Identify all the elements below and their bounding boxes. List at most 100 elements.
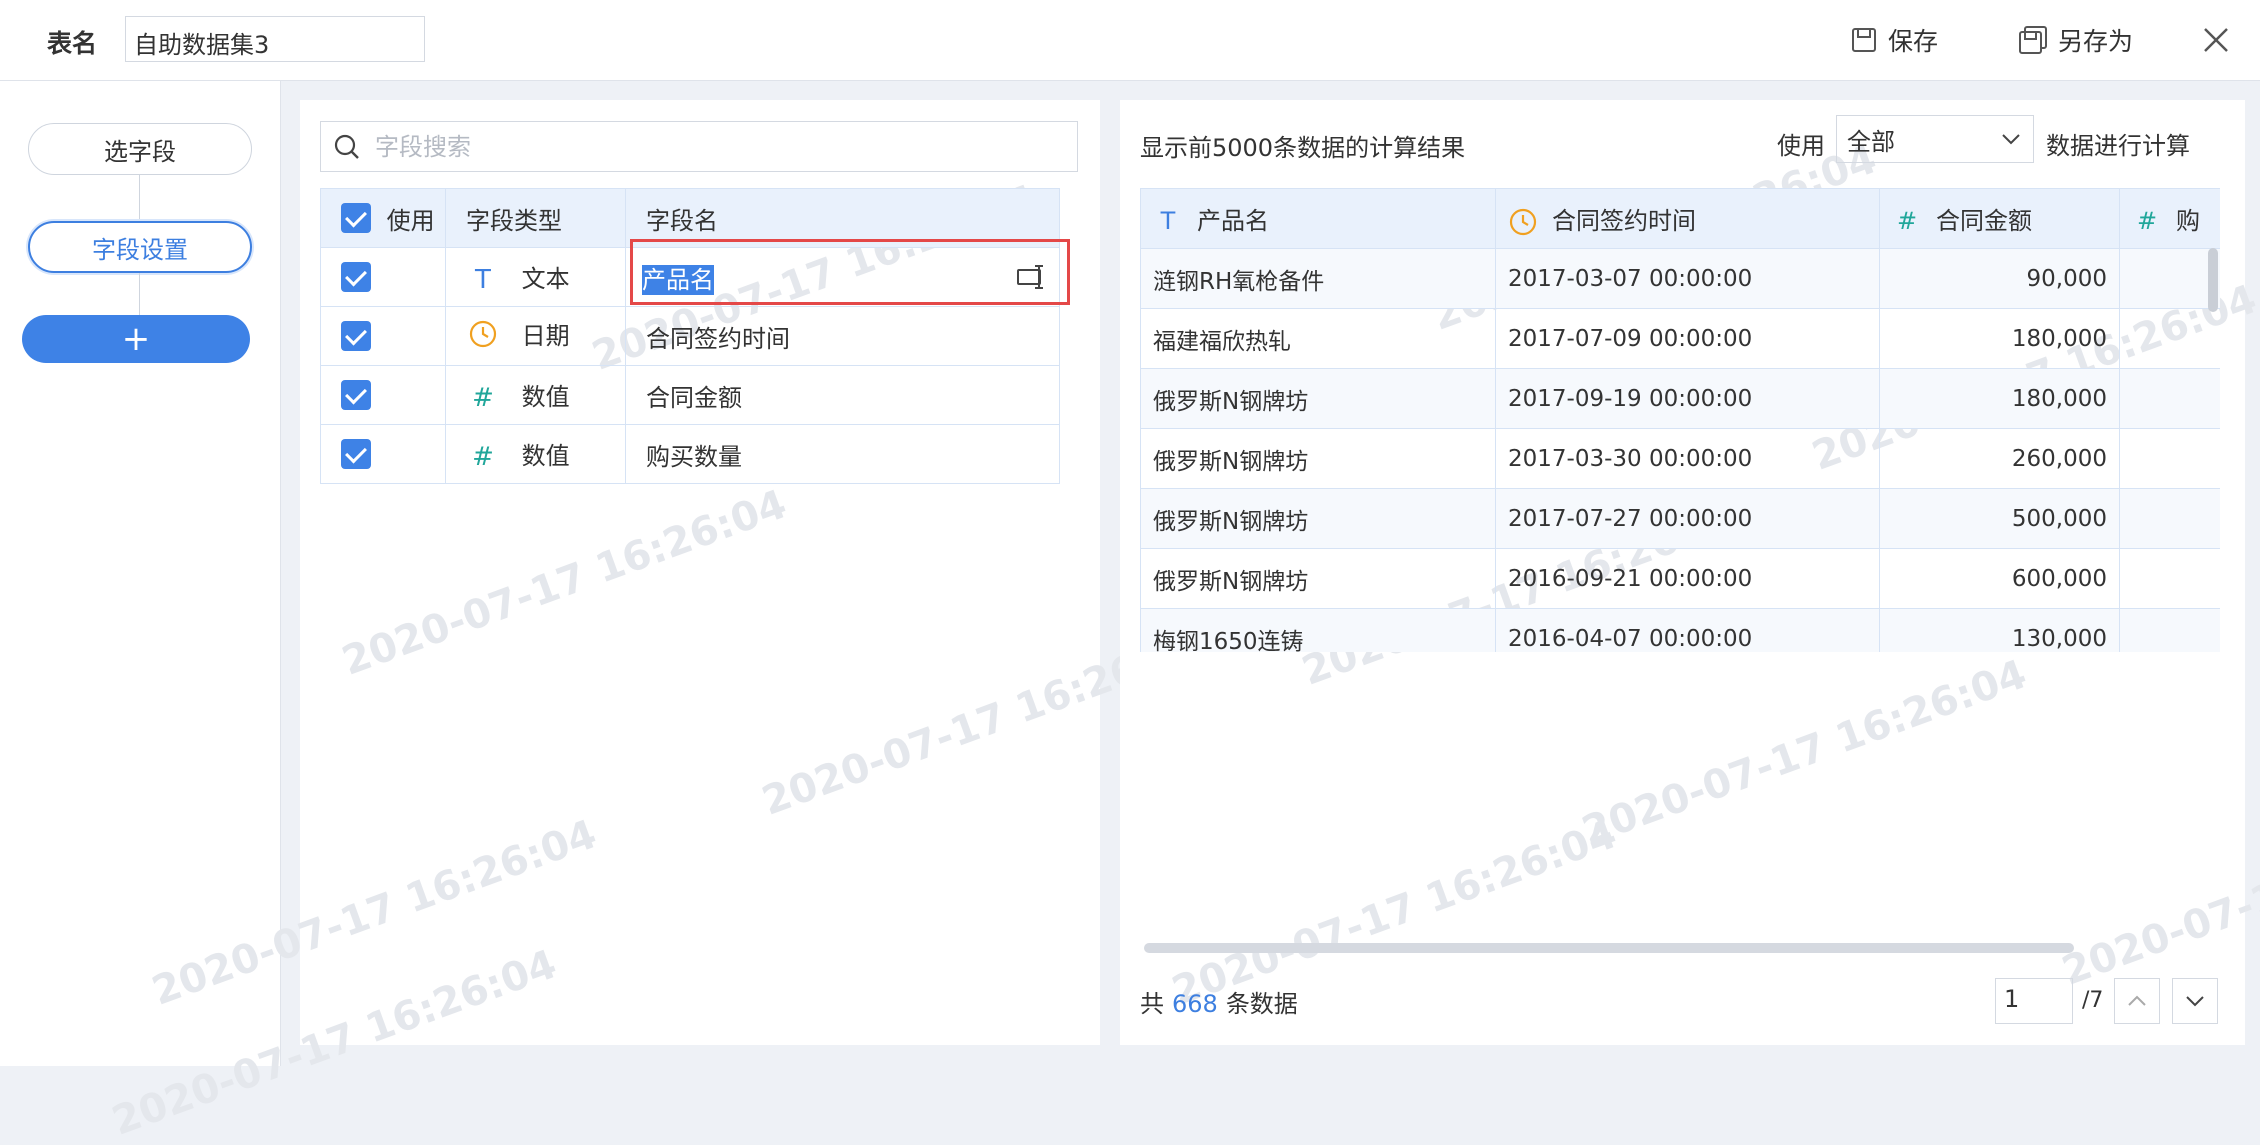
page-input[interactable]: 1 bbox=[1995, 978, 2073, 1024]
product-cell: 俄罗斯N钢牌坊 bbox=[1140, 428, 1496, 489]
table-row: 涟钢RH氧枪备件 2017-03-07 00:00:00 90,000 bbox=[1140, 248, 2220, 309]
select-all-checkbox[interactable] bbox=[341, 203, 371, 233]
number-type-icon: # bbox=[472, 442, 494, 472]
use-checkbox[interactable] bbox=[341, 262, 371, 292]
type-cell[interactable]: # 数值 bbox=[445, 424, 626, 484]
qty-cell bbox=[2119, 548, 2220, 609]
field-name-selected-text: 产品名 bbox=[642, 264, 714, 295]
table-row: T 文本 产品名 bbox=[320, 247, 1060, 307]
amount-cell: 90,000 bbox=[1879, 248, 2120, 309]
date-cell: 2017-07-27 00:00:00 bbox=[1495, 488, 1880, 549]
type-label: 数值 bbox=[521, 383, 570, 411]
vertical-scrollbar[interactable] bbox=[2208, 248, 2218, 312]
header-use: 使用 bbox=[320, 188, 446, 248]
use-cell bbox=[320, 365, 446, 425]
use-cell bbox=[320, 247, 446, 307]
date-cell: 2017-07-09 00:00:00 bbox=[1495, 308, 1880, 369]
result-table: T 产品名 合同签约时间 # 合同金额 # 购 涟钢RH氧枪备件 2017-03-07 … bbox=[1140, 188, 2220, 652]
table-row: # 数值 购买数量 bbox=[320, 424, 1060, 484]
total-suffix: 条数据 bbox=[1225, 990, 1298, 1018]
col-label: 购 bbox=[2176, 207, 2200, 235]
amount-cell: 180,000 bbox=[1879, 368, 2120, 429]
col-contract-amount[interactable]: # 合同金额 bbox=[1879, 188, 2120, 249]
table-row: 俄罗斯N钢牌坊 2017-07-27 00:00:00 500,000 bbox=[1140, 488, 2220, 549]
scope-select[interactable]: 全部 bbox=[1836, 115, 2034, 163]
header-field-type: 字段类型 bbox=[445, 188, 626, 248]
amount-cell: 600,000 bbox=[1879, 548, 2120, 609]
use-cell bbox=[320, 424, 446, 484]
type-label: 日期 bbox=[521, 322, 570, 351]
field-name-editor[interactable]: 产品名 bbox=[625, 247, 1060, 307]
number-type-icon: # bbox=[1896, 207, 1918, 235]
field-name-cell[interactable]: 合同金额 bbox=[625, 365, 1060, 425]
col-label: 合同签约时间 bbox=[1552, 206, 1696, 235]
horizontal-scrollbar[interactable] bbox=[1144, 943, 2074, 953]
prev-page-button[interactable] bbox=[2114, 978, 2160, 1024]
table-name-label: 表名 bbox=[47, 29, 98, 58]
next-page-button[interactable] bbox=[2172, 978, 2218, 1024]
chevron-down-icon bbox=[2186, 996, 2204, 1007]
field-name-cell[interactable]: 购买数量 bbox=[625, 424, 1060, 484]
close-icon[interactable] bbox=[2200, 24, 2232, 56]
qty-cell bbox=[2119, 608, 2220, 652]
search-input[interactable] bbox=[373, 131, 1057, 162]
save-as-button[interactable]: 另存为 bbox=[2018, 20, 2133, 60]
save-icon bbox=[1852, 28, 1876, 52]
result-grid[interactable]: T 产品名 合同签约时间 # 合同金额 # 购 涟钢RH氧枪备件 2017-03-07 … bbox=[1140, 188, 2220, 652]
save-label: 保存 bbox=[1888, 27, 1939, 56]
table-name-input[interactable]: 自助数据集3 bbox=[125, 16, 425, 62]
type-label: 文本 bbox=[521, 265, 570, 293]
total-prefix: 共 bbox=[1140, 990, 1164, 1018]
step-connector bbox=[139, 175, 140, 221]
date-cell: 2017-03-30 00:00:00 bbox=[1495, 428, 1880, 489]
type-cell[interactable]: # 数值 bbox=[445, 365, 626, 425]
page-total: /7 bbox=[2082, 988, 2104, 1013]
result-panel: 2020-07-17 16:26:04 2020-07-17 16:26:04 … bbox=[1120, 100, 2260, 1045]
qty-cell bbox=[2119, 428, 2220, 489]
result-body: 涟钢RH氧枪备件 2017-03-07 00:00:00 90,000 福建福欣热轧 2… bbox=[1140, 248, 2220, 652]
amount-cell: 180,000 bbox=[1879, 308, 2120, 369]
step-field-settings[interactable]: 字段设置 bbox=[28, 221, 252, 273]
total-count-value: 668 bbox=[1172, 990, 1218, 1018]
col-purchase-qty[interactable]: # 购 bbox=[2119, 188, 2220, 249]
col-product-name[interactable]: T 产品名 bbox=[1140, 188, 1496, 249]
use-checkbox[interactable] bbox=[341, 321, 371, 351]
clock-icon bbox=[1508, 207, 1538, 237]
type-cell[interactable]: T 文本 bbox=[445, 247, 626, 307]
product-cell: 俄罗斯N钢牌坊 bbox=[1140, 548, 1496, 609]
field-settings-panel: 2020-07-17 16:26:04 2020-07-17 16:26:04 … bbox=[106, 100, 1213, 1145]
chevron-down-icon bbox=[2002, 134, 2020, 145]
use-checkbox[interactable] bbox=[341, 439, 371, 469]
field-search-box[interactable] bbox=[320, 121, 1078, 172]
qty-cell bbox=[2119, 248, 2220, 309]
product-cell: 福建福欣热轧 bbox=[1140, 308, 1496, 369]
use-checkbox[interactable] bbox=[341, 380, 371, 410]
calc-label: 数据进行计算 bbox=[2046, 132, 2190, 160]
date-cell: 2017-09-19 00:00:00 bbox=[1495, 368, 1880, 429]
text-cursor-icon bbox=[1017, 265, 1043, 289]
product-cell: 俄罗斯N钢牌坊 bbox=[1140, 488, 1496, 549]
result-title: 显示前5000条数据的计算结果 bbox=[1140, 134, 1466, 162]
text-type-icon: T bbox=[475, 265, 491, 295]
add-step-button[interactable]: + bbox=[22, 315, 250, 363]
table-row: 梅钢1650连铸 2016-04-07 00:00:00 130,000 bbox=[1140, 608, 2220, 652]
amount-cell: 500,000 bbox=[1879, 488, 2120, 549]
table-row: 俄罗斯N钢牌坊 2017-03-30 00:00:00 260,000 bbox=[1140, 428, 2220, 489]
qty-cell bbox=[2119, 308, 2220, 369]
watermark: 2020-07-17 16:26:04 bbox=[336, 481, 793, 685]
date-cell: 2016-09-21 00:00:00 bbox=[1495, 548, 1880, 609]
save-as-icon bbox=[2019, 26, 2047, 54]
number-type-icon: # bbox=[472, 383, 494, 413]
col-contract-date[interactable]: 合同签约时间 bbox=[1495, 188, 1880, 249]
table-row: 日期 合同签约时间 bbox=[320, 306, 1060, 366]
save-button[interactable]: 保存 bbox=[1850, 20, 1938, 60]
field-name-cell[interactable]: 合同签约时间 bbox=[625, 306, 1060, 366]
step-connector bbox=[139, 273, 140, 315]
field-table-header: 使用 字段类型 字段名 bbox=[320, 188, 1060, 248]
type-cell[interactable]: 日期 bbox=[445, 306, 626, 366]
step-select-fields[interactable]: 选字段 bbox=[28, 123, 252, 175]
table-row: # 数值 合同金额 bbox=[320, 365, 1060, 425]
top-bar: 表名 自助数据集3 保存 另存为 bbox=[0, 0, 2260, 81]
clock-icon bbox=[466, 319, 500, 356]
col-label: 产品名 bbox=[1197, 207, 1269, 235]
